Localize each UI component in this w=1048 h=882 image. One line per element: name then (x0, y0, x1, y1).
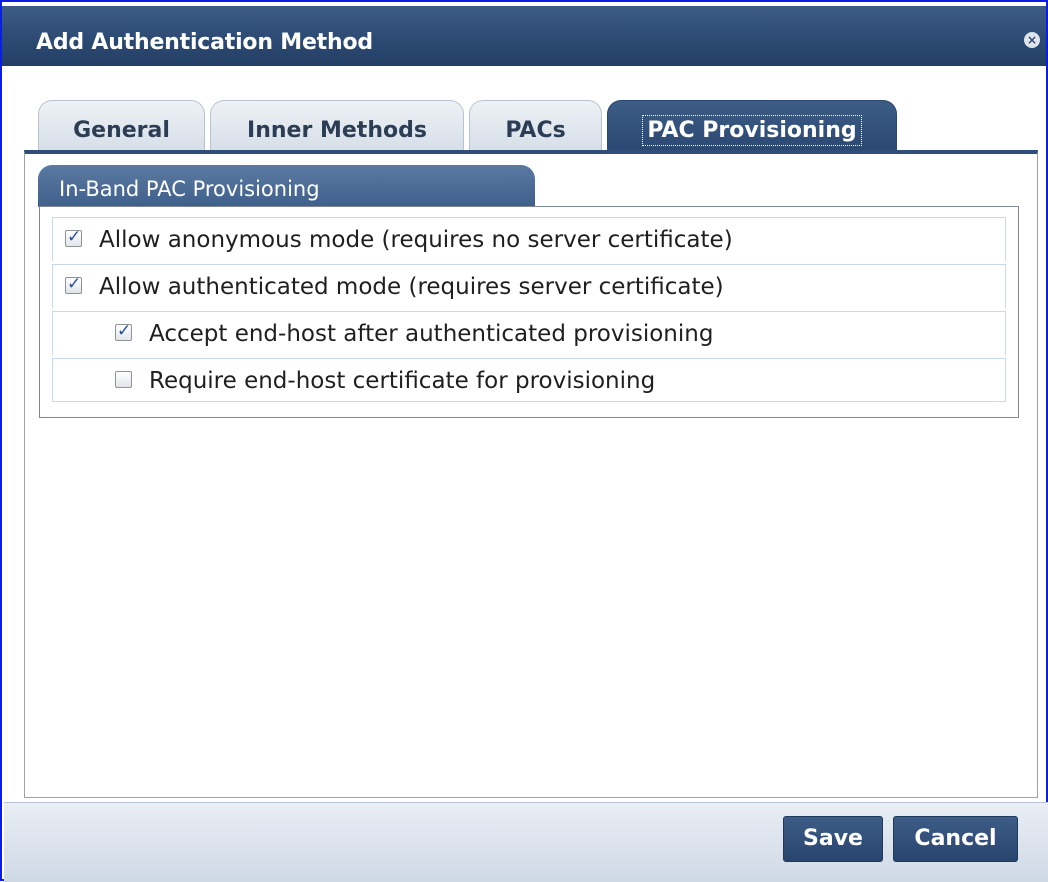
tab-inner-methods-label: Inner Methods (247, 118, 427, 143)
checkmark-icon: ✓ (67, 274, 82, 294)
section-header: In-Band PAC Provisioning (38, 165, 535, 207)
dialog-footer (4, 802, 1048, 882)
option-row-anonymous-mode: ✓ Allow anonymous mode (requires no serv… (52, 217, 1006, 261)
tab-pacs-label: PACs (505, 118, 566, 143)
tab-general-label: General (73, 118, 170, 143)
close-icon[interactable]: × (1024, 32, 1040, 48)
dialog-title: Add Authentication Method (36, 30, 373, 55)
cancel-button[interactable]: Cancel (893, 816, 1018, 862)
require-end-host-certificate-checkbox[interactable] (115, 371, 132, 388)
option-row-accept-end-host: ✓ Accept end-host after authenticated pr… (52, 311, 1006, 355)
tab-pac-provisioning-label: PAC Provisioning (642, 115, 862, 146)
allow-authenticated-mode-checkbox[interactable]: ✓ (65, 274, 82, 294)
in-band-pac-provisioning-fieldset: ✓ Allow anonymous mode (requires no serv… (39, 206, 1019, 418)
allow-anonymous-mode-label: Allow anonymous mode (requires no server… (99, 227, 733, 253)
accept-end-host-label: Accept end-host after authenticated prov… (149, 321, 714, 347)
tab-pac-provisioning[interactable]: PAC Provisioning (607, 100, 897, 152)
tab-pacs[interactable]: PACs (469, 100, 602, 152)
save-button[interactable]: Save (783, 816, 883, 862)
tab-general[interactable]: General (38, 100, 205, 152)
tab-inner-methods[interactable]: Inner Methods (210, 100, 464, 152)
checkmark-icon: ✓ (67, 227, 82, 247)
option-row-authenticated-mode: ✓ Allow authenticated mode (requires ser… (52, 264, 1006, 308)
add-authentication-method-dialog: Add Authentication Method × General Inne… (0, 0, 1048, 882)
checkmark-icon: ✓ (117, 321, 132, 341)
dialog-titlebar: Add Authentication Method × (2, 6, 1046, 66)
option-row-require-end-host-certificate: Require end-host certificate for provisi… (52, 358, 1006, 402)
allow-authenticated-mode-label: Allow authenticated mode (requires serve… (99, 274, 724, 300)
accept-end-host-checkbox[interactable]: ✓ (115, 321, 132, 341)
allow-anonymous-mode-checkbox[interactable]: ✓ (65, 227, 82, 247)
require-end-host-certificate-label: Require end-host certificate for provisi… (149, 368, 656, 394)
